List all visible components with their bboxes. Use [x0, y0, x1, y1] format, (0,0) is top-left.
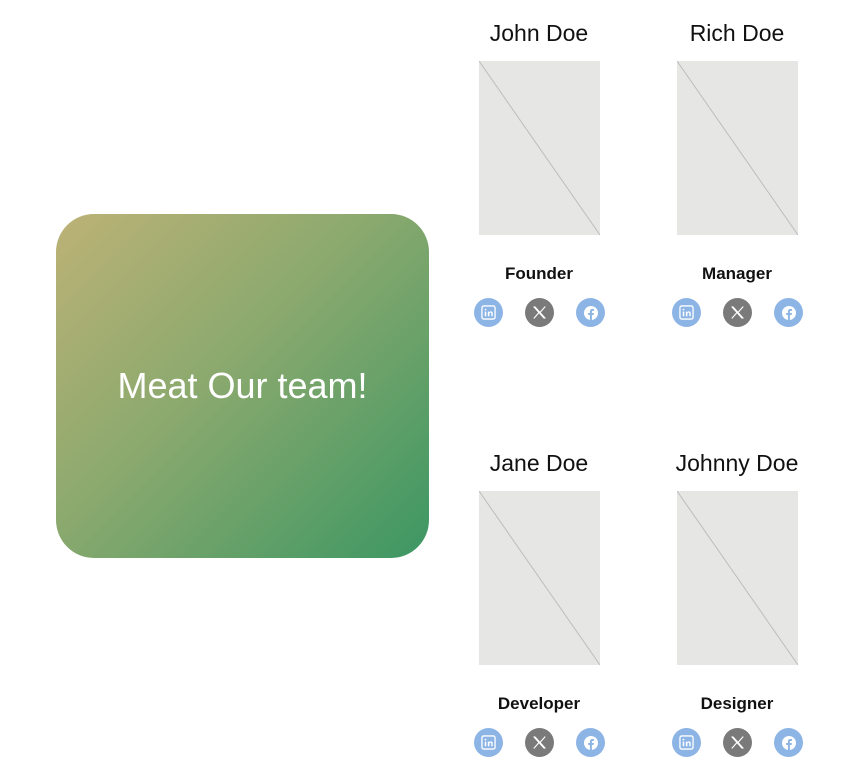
team-member-card: John Doe Founder: [454, 18, 624, 328]
facebook-icon: [781, 735, 796, 750]
linkedin-link[interactable]: [474, 728, 503, 757]
member-photo-placeholder: [677, 61, 798, 235]
member-role: Developer: [497, 694, 581, 713]
social-links: [454, 728, 624, 757]
linkedin-icon: [481, 305, 496, 320]
linkedin-link[interactable]: [474, 298, 503, 327]
linkedin-icon: [481, 735, 496, 750]
linkedin-link[interactable]: [672, 728, 701, 757]
member-name: John Doe: [489, 20, 589, 46]
social-links: [454, 298, 624, 327]
member-role: Designer: [700, 694, 774, 713]
member-name: Johnny Doe: [675, 450, 799, 476]
linkedin-icon: [679, 305, 694, 320]
social-links: [652, 298, 822, 327]
x-link[interactable]: [525, 298, 554, 327]
member-role: Manager: [702, 264, 772, 283]
facebook-icon: [781, 305, 796, 320]
team-member-card: Rich Doe Manager: [652, 18, 822, 328]
x-link[interactable]: [525, 728, 554, 757]
facebook-icon: [583, 735, 598, 750]
facebook-link[interactable]: [774, 298, 803, 327]
facebook-link[interactable]: [576, 298, 605, 327]
x-link[interactable]: [723, 298, 752, 327]
social-links: [652, 728, 822, 757]
linkedin-link[interactable]: [672, 298, 701, 327]
x-icon: [533, 306, 546, 319]
facebook-icon: [583, 305, 598, 320]
member-name: Jane Doe: [489, 450, 589, 476]
x-icon: [731, 306, 744, 319]
hero-banner: Meat Our team!: [56, 214, 429, 558]
hero-title: Meat Our team!: [117, 365, 368, 406]
linkedin-icon: [679, 735, 694, 750]
x-link[interactable]: [723, 728, 752, 757]
facebook-link[interactable]: [576, 728, 605, 757]
team-member-card: Jane Doe Developer: [454, 448, 624, 758]
team-member-card: Johnny Doe Designer: [652, 448, 822, 758]
member-photo-placeholder: [479, 491, 600, 665]
x-icon: [731, 736, 744, 749]
member-photo-placeholder: [677, 491, 798, 665]
member-name: Rich Doe: [689, 20, 785, 46]
member-photo-placeholder: [479, 61, 600, 235]
x-icon: [533, 736, 546, 749]
facebook-link[interactable]: [774, 728, 803, 757]
member-role: Founder: [505, 264, 573, 283]
